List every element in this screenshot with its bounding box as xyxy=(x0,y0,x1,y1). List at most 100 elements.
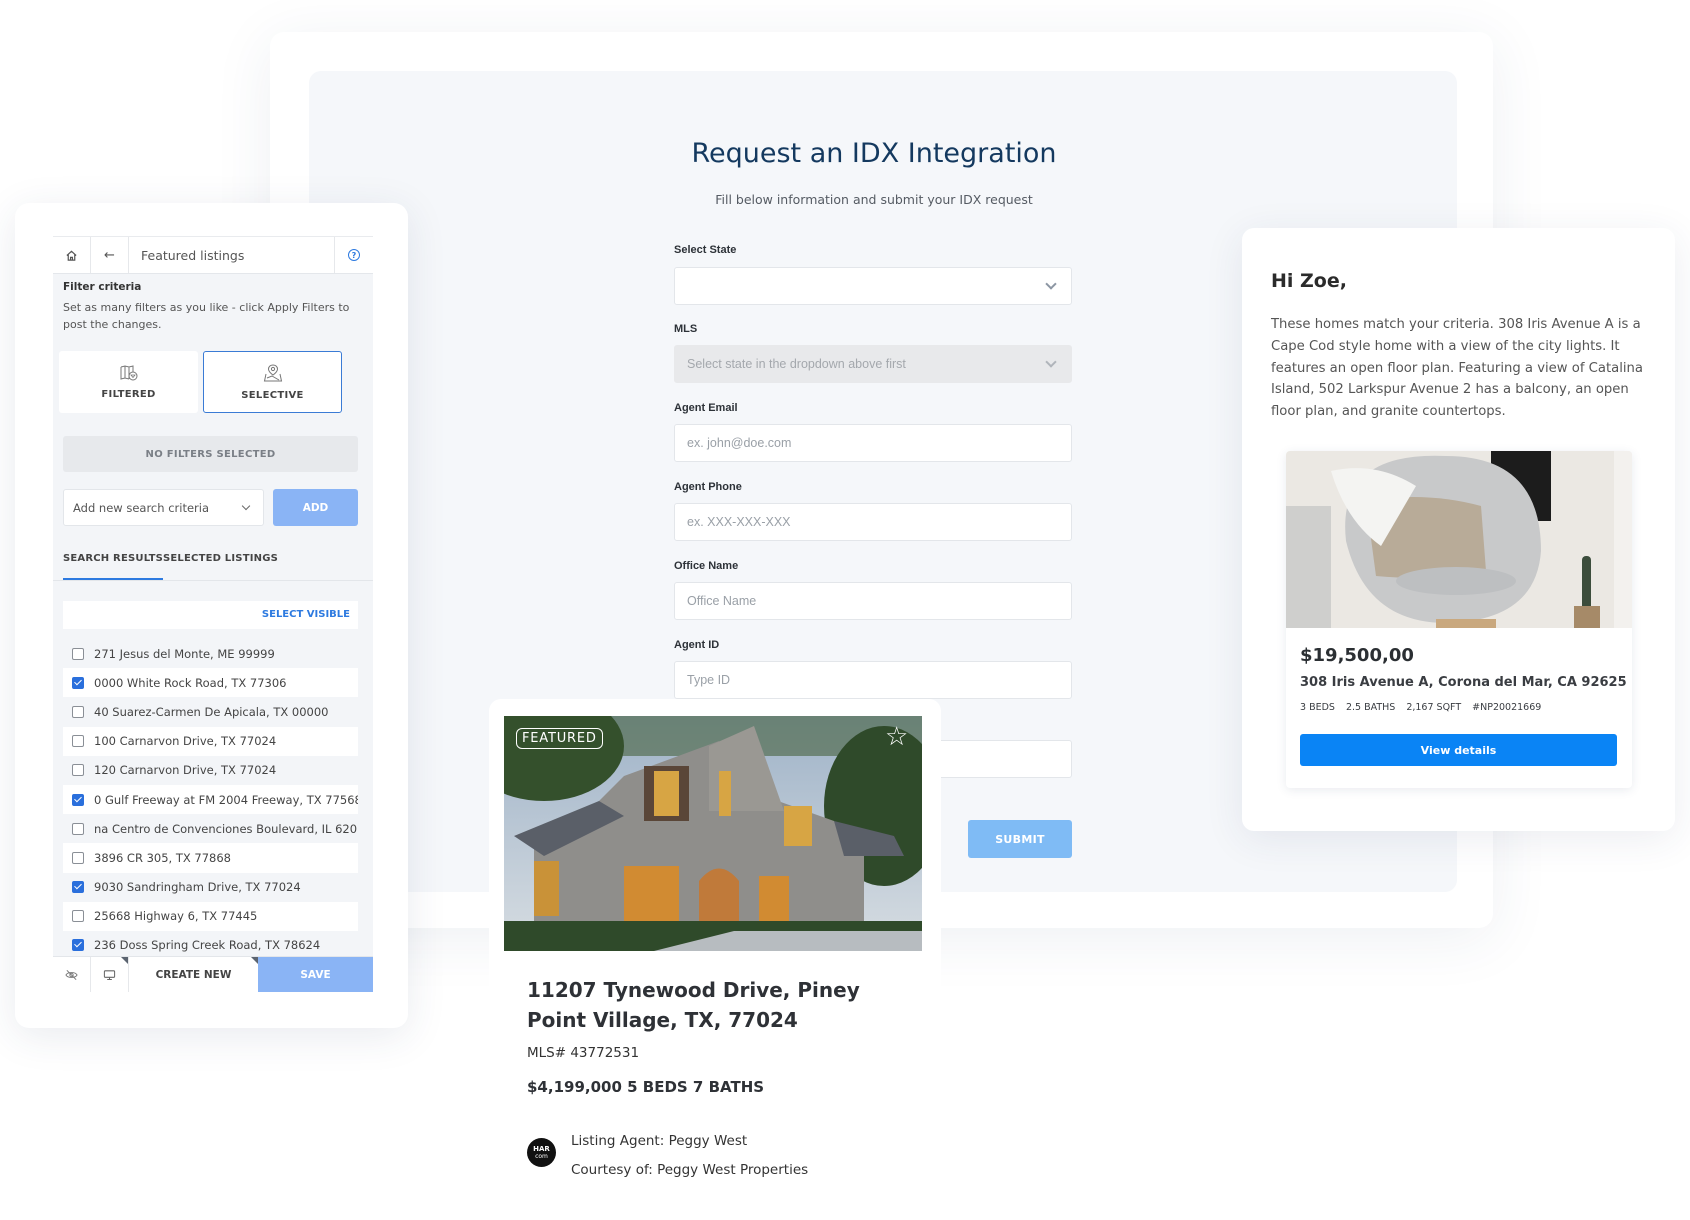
result-checkbox[interactable] xyxy=(72,793,84,806)
result-checkbox[interactable] xyxy=(72,647,84,660)
agent-id-input[interactable]: Type ID xyxy=(674,661,1072,699)
list-item[interactable]: na Centro de Convenciones Boulevard, IL … xyxy=(63,814,358,843)
agent-email-input[interactable]: ex. john@doe.com xyxy=(674,424,1072,462)
no-filters-badge: NO FILTERS SELECTED xyxy=(63,436,358,472)
result-checkbox[interactable] xyxy=(72,881,84,894)
back-button[interactable]: ← xyxy=(91,237,129,273)
har-logo-subtext: com xyxy=(535,1152,548,1160)
listing-address: 11207 Tynewood Drive, Piney Point Villag… xyxy=(527,978,860,1032)
select-visible-bar: SELECT VISIBLE xyxy=(63,601,358,629)
listing-beds: 3 BEDS xyxy=(1300,702,1335,713)
list-item[interactable]: 271 Jesus del Monte, ME 99999 xyxy=(63,639,358,668)
tab-selected-listings[interactable]: SELECTED LISTINGS xyxy=(163,553,278,564)
arrow-left-icon: ← xyxy=(104,247,115,263)
email-listing-card: $19,500,00 308 Iris Avenue A, Corona del… xyxy=(1286,451,1632,788)
help-button[interactable]: ? xyxy=(335,237,373,273)
listing-agent: Listing Agent: Peggy West xyxy=(571,1133,748,1149)
corner-indicator xyxy=(121,957,128,964)
result-checkbox[interactable] xyxy=(72,735,84,748)
filter-criteria-title: Filter criteria xyxy=(63,281,142,293)
listing-mls-number: MLS# 43772531 xyxy=(527,1045,640,1061)
submit-button[interactable]: SUBMIT xyxy=(968,820,1072,858)
list-item[interactable]: 40 Suarez-Carmen De Apicala, TX 00000 xyxy=(63,697,358,726)
list-item[interactable]: 9030 Sandringham Drive, TX 77024 xyxy=(63,873,358,902)
add-criteria-button[interactable]: ADD xyxy=(273,489,358,526)
listing-baths: 2.5 BATHS xyxy=(1345,702,1396,713)
house-photo xyxy=(504,716,922,951)
filter-criteria-description: Set as many filters as you like - click … xyxy=(63,301,350,331)
email-body: These homes match your criteria. 308 Iri… xyxy=(1271,317,1643,420)
result-checkbox[interactable] xyxy=(72,676,84,689)
create-new-label: CREATE NEW xyxy=(155,968,232,981)
result-checkbox[interactable] xyxy=(72,705,84,718)
office-name-input[interactable]: Office Name xyxy=(674,582,1072,620)
select-visible-link[interactable]: SELECT VISIBLE xyxy=(262,609,350,620)
state-label: Select State xyxy=(674,244,737,256)
mls-select[interactable]: Select state in the dropdown above first xyxy=(674,345,1072,383)
home-icon xyxy=(66,250,77,261)
result-address: 3896 CR 305, TX 77868 xyxy=(94,850,232,865)
email-label: Agent Email xyxy=(674,402,738,414)
view-details-button[interactable]: View details xyxy=(1300,734,1617,766)
result-checkbox[interactable] xyxy=(72,851,84,864)
preview-button[interactable] xyxy=(91,957,129,992)
panel-title: Featured listings xyxy=(129,237,335,273)
map-pin-icon xyxy=(263,363,282,381)
listing-price: $19,500,00 xyxy=(1300,645,1414,666)
mls-placeholder: Select state in the dropdown above first xyxy=(687,357,906,371)
list-item[interactable]: 3896 CR 305, TX 77868 xyxy=(63,843,358,873)
chevron-down-icon xyxy=(1045,356,1057,368)
phone-placeholder: ex. XXX-XXX-XXX xyxy=(687,515,791,529)
panel-footer: CREATE NEW SAVE xyxy=(53,956,373,992)
list-item[interactable]: 0 Gulf Freeway at FM 2004 Freeway, TX 77… xyxy=(63,784,358,815)
criteria-select-value: Add new search criteria xyxy=(73,500,210,515)
phone-label: Agent Phone xyxy=(674,481,742,493)
monitor-icon xyxy=(103,969,116,980)
featured-badge: FEATURED xyxy=(516,728,603,749)
listing-meta: 3 BEDS 2.5 BATHS 2,167 SQFT #NP20021669 xyxy=(1300,702,1541,713)
home-button[interactable] xyxy=(53,237,91,273)
search-results-list: 271 Jesus del Monte, ME 99999 0000 White … xyxy=(63,639,358,960)
search-criteria-select[interactable]: Add new search criteria xyxy=(63,489,264,526)
featured-listings-panel: ← Featured listings ? Filter criteria Se… xyxy=(53,236,373,992)
help-icon: ? xyxy=(348,249,360,261)
office-label: Office Name xyxy=(674,560,739,572)
toggle-visibility-button[interactable] xyxy=(53,957,91,992)
list-item[interactable]: 25668 Highway 6, TX 77445 xyxy=(63,901,358,931)
chevron-down-icon xyxy=(1045,278,1057,290)
mode-selective-label: SELECTIVE xyxy=(241,389,304,401)
state-select[interactable] xyxy=(674,267,1072,305)
list-item[interactable]: 120 Carnarvon Drive, TX 77024 xyxy=(63,756,358,785)
listing-id: #NP20021669 xyxy=(1472,702,1542,713)
result-address: 0000 White Rock Road, TX 77306 xyxy=(94,675,287,690)
create-new-button[interactable]: CREATE NEW xyxy=(129,957,258,992)
agent-phone-input[interactable]: ex. XXX-XXX-XXX xyxy=(674,503,1072,541)
results-tabs: SEARCH RESULTS SELECTED LISTINGS xyxy=(53,543,373,581)
result-address: 236 Doss Spring Creek Road, TX 78624 xyxy=(94,938,321,953)
result-checkbox[interactable] xyxy=(72,764,84,777)
chair-photo xyxy=(1286,451,1632,628)
mls-label: MLS xyxy=(674,323,698,335)
office-placeholder: Office Name xyxy=(687,594,757,608)
mode-selective-button[interactable]: SELECTIVE xyxy=(203,351,342,413)
favorite-star-icon[interactable]: ☆ xyxy=(885,724,908,750)
listing-address: 308 Iris Avenue A, Corona del Mar, CA 92… xyxy=(1300,675,1627,690)
har-logo-text: HAR xyxy=(533,1144,550,1153)
save-button[interactable]: SAVE xyxy=(258,957,373,992)
map-filter-icon xyxy=(120,364,137,380)
panel-header: ← Featured listings ? xyxy=(53,236,373,274)
list-item[interactable]: 0000 White Rock Road, TX 77306 xyxy=(63,668,358,698)
result-checkbox[interactable] xyxy=(72,939,84,952)
list-item[interactable]: 100 Carnarvon Drive, TX 77024 xyxy=(63,726,358,756)
result-address: 40 Suarez-Carmen De Apicala, TX 00000 xyxy=(94,704,329,719)
chevron-down-icon xyxy=(241,501,251,511)
eye-off-icon xyxy=(65,969,78,980)
result-address: 25668 Highway 6, TX 77445 xyxy=(94,909,258,924)
tab-search-results[interactable]: SEARCH RESULTS xyxy=(63,553,164,580)
mode-filtered-button[interactable]: FILTERED xyxy=(59,351,198,413)
result-checkbox[interactable] xyxy=(72,910,84,923)
page-subtitle: Fill below information and submit your I… xyxy=(715,192,1033,207)
agent-id-label: Agent ID xyxy=(674,639,720,651)
result-checkbox[interactable] xyxy=(72,822,84,835)
listing-photo xyxy=(504,716,922,951)
